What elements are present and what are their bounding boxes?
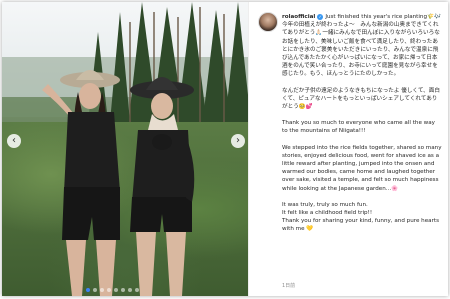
post-photo[interactable]: ‹ › [2,2,248,296]
carousel-dot[interactable] [100,288,104,292]
caption-en-line-5: Thank you for sharing your kind, funny, … [282,218,439,233]
chevron-right-icon: › [236,135,240,146]
caption-en-paragraph-1: Thank you so much to everyone who came a… [282,120,435,135]
photo-people [42,70,195,296]
username-link[interactable]: rolaofficial [282,14,315,20]
posted-time[interactable]: 1日前 [282,282,295,289]
carousel-dots [86,288,139,292]
carousel-dot[interactable] [121,288,125,292]
verified-badge-icon: ✓ [317,13,324,20]
carousel-prev-button[interactable]: ‹ [7,134,21,148]
post-caption: rolaofficial ✓ Just finished this year's r… [282,13,442,234]
caption-ja-paragraph-2: なんだか子供の遠足のようなきもちになったよ 優しくて、面白くて、ピュアなハートを… [282,87,440,111]
caption-en-paragraph-2: We stepped into the rice fields together… [282,144,442,192]
carousel-dot[interactable] [114,288,118,292]
carousel-dot[interactable] [107,288,111,292]
avatar[interactable] [258,12,278,32]
carousel-dot[interactable] [135,288,139,292]
caption-ja-paragraph-1: 今年の田植えが終わったよ〜 みんな新潟の山奥まできてくれてありがとう🙏🏻一緒にみ… [282,22,440,78]
carousel-dot[interactable] [128,288,132,292]
caption-en-line-3: It was truly, truly so much fun. [282,201,368,208]
caption-panel: rolaofficial ✓ Just finished this year's r… [248,2,448,296]
caption-en-line-4: It felt like a childhood field trip!! [282,210,373,217]
chevron-left-icon: ‹ [12,135,16,146]
carousel-next-button[interactable]: › [231,134,245,148]
carousel-dot[interactable] [93,288,97,292]
caption-first-line: Just finished this year's rice planting🌾… [325,14,441,20]
carousel-dot[interactable] [86,288,90,292]
